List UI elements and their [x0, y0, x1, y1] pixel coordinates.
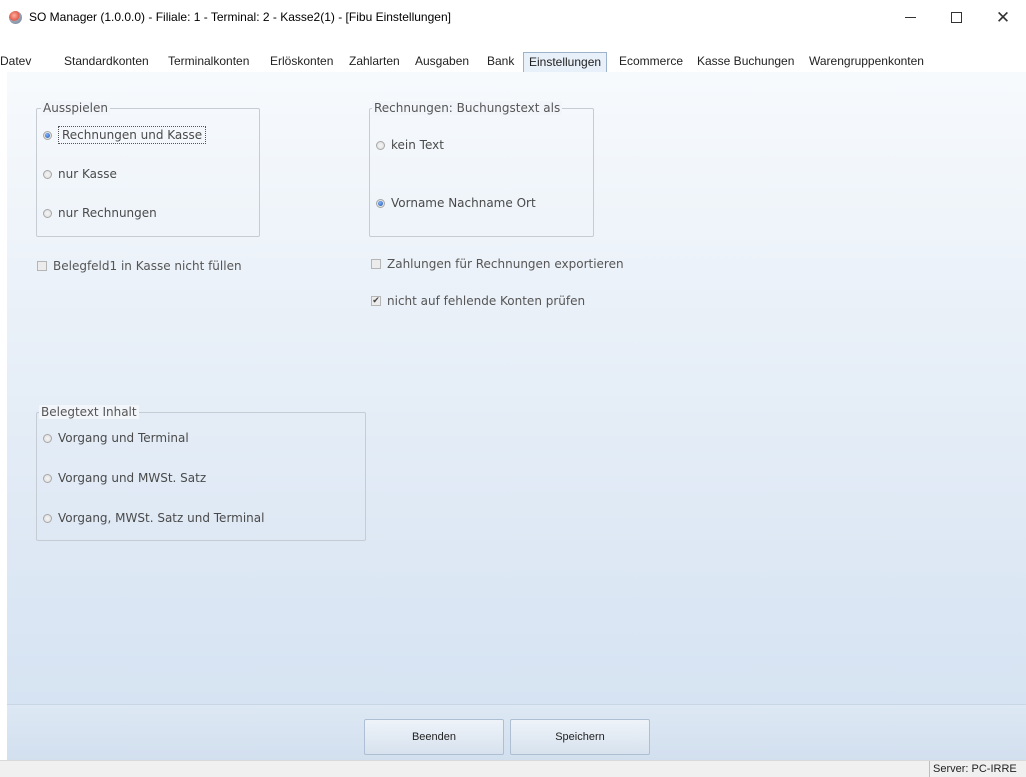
tab-ecommerce[interactable]: Ecommerce: [619, 52, 683, 72]
radio-nur-kasse[interactable]: nur Kasse: [43, 167, 117, 181]
radio-label: Vorgang und Terminal: [58, 431, 189, 445]
maximize-icon: [950, 12, 962, 23]
checkbox-label: Belegfeld1 in Kasse nicht füllen: [53, 259, 242, 273]
radio-label: Vorgang, MWSt. Satz und Terminal: [58, 511, 265, 525]
title-bar: SO Manager (1.0.0.0) - Filiale: 1 - Term…: [0, 0, 1026, 36]
radio-label: nur Rechnungen: [58, 206, 157, 220]
checkbox-indicator: ✔: [371, 296, 381, 306]
radio-nur-rechnungen[interactable]: nur Rechnungen: [43, 206, 157, 220]
tab-datev[interactable]: Datev: [0, 52, 31, 72]
radio-kein-text[interactable]: kein Text: [376, 138, 444, 152]
radio-indicator: [43, 473, 52, 483]
close-icon: ✕: [995, 7, 1011, 28]
tab-bar: Datev Standardkonten Terminalkonten Erlö…: [0, 35, 1026, 73]
radio-indicator: [376, 140, 385, 150]
tab-terminalkonten[interactable]: Terminalkonten: [168, 52, 249, 72]
tab-zahlarten[interactable]: Zahlarten: [349, 52, 400, 72]
footer-bar: Beenden Speichern: [7, 704, 1026, 761]
radio-label: nur Kasse: [58, 167, 117, 181]
checkbox-label: Zahlungen für Rechnungen exportieren: [387, 257, 624, 271]
tab-kasse-buchungen[interactable]: Kasse Buchungen: [697, 52, 794, 72]
checkbox-konten-pruefen[interactable]: ✔ nicht auf fehlende Konten prüfen: [371, 294, 585, 308]
radio-indicator: [43, 169, 52, 179]
belegtext-legend: Belegtext Inhalt: [39, 405, 139, 419]
radio-rechnungen-und-kasse[interactable]: Rechnungen und Kasse: [43, 126, 207, 144]
window-title: SO Manager (1.0.0.0) - Filiale: 1 - Term…: [29, 10, 451, 24]
checkbox-indicator: [371, 259, 381, 269]
tab-einstellungen[interactable]: Einstellungen: [523, 52, 608, 73]
checkbox-zahlungen-exportieren[interactable]: Zahlungen für Rechnungen exportieren: [371, 257, 624, 271]
checkbox-indicator: [37, 261, 47, 271]
radio-label: kein Text: [391, 138, 444, 152]
radio-label: Rechnungen und Kasse: [58, 126, 207, 144]
beenden-button[interactable]: Beenden: [364, 719, 504, 755]
maximize-button[interactable]: [933, 0, 979, 35]
radio-indicator: [43, 130, 52, 140]
radio-vorgang-mwst[interactable]: Vorgang und MWSt. Satz: [43, 471, 206, 485]
belegtext-group: Belegtext Inhalt Vorgang und Terminal Vo…: [36, 405, 366, 541]
tab-warengruppenkonten[interactable]: Warengruppenkonten: [809, 52, 924, 72]
radio-indicator: [376, 198, 385, 208]
tab-erloeskonten[interactable]: Erlöskonten: [270, 52, 333, 72]
tab-bank[interactable]: Bank: [487, 52, 514, 72]
app-logo-icon: [9, 11, 22, 24]
radio-indicator: [43, 513, 52, 523]
minimize-icon: [904, 17, 916, 18]
radio-label: Vorgang und MWSt. Satz: [58, 471, 207, 485]
checkbox-label: nicht auf fehlende Konten prüfen: [387, 294, 586, 308]
buchungstext-legend: Rechnungen: Buchungstext als: [372, 101, 563, 115]
buchungstext-group: Rechnungen: Buchungstext als kein Text V…: [369, 101, 594, 237]
tab-standardkonten[interactable]: Standardkonten: [64, 52, 149, 72]
minimize-button[interactable]: [887, 0, 933, 35]
server-status: Server: PC-IRRE: [929, 761, 1026, 777]
status-bar: Server: PC-IRRE: [0, 760, 1026, 777]
checkbox-belegfeld1[interactable]: Belegfeld1 in Kasse nicht füllen: [37, 259, 242, 273]
radio-label: Vorname Nachname Ort: [391, 196, 536, 210]
radio-indicator: [43, 208, 52, 218]
radio-vorname-nachname-ort[interactable]: Vorname Nachname Ort: [376, 196, 536, 210]
ausspielen-legend: Ausspielen: [41, 101, 110, 115]
radio-vorgang-mwst-terminal[interactable]: Vorgang, MWSt. Satz und Terminal: [43, 511, 264, 525]
settings-panel: Ausspielen Rechnungen und Kasse nur Kass…: [7, 72, 1026, 704]
speichern-button[interactable]: Speichern: [510, 719, 650, 755]
radio-indicator: [43, 433, 52, 443]
ausspielen-group: Ausspielen Rechnungen und Kasse nur Kass…: [36, 101, 260, 237]
radio-vorgang-terminal[interactable]: Vorgang und Terminal: [43, 431, 189, 445]
close-button[interactable]: ✕: [980, 0, 1026, 35]
tab-ausgaben[interactable]: Ausgaben: [415, 52, 469, 72]
